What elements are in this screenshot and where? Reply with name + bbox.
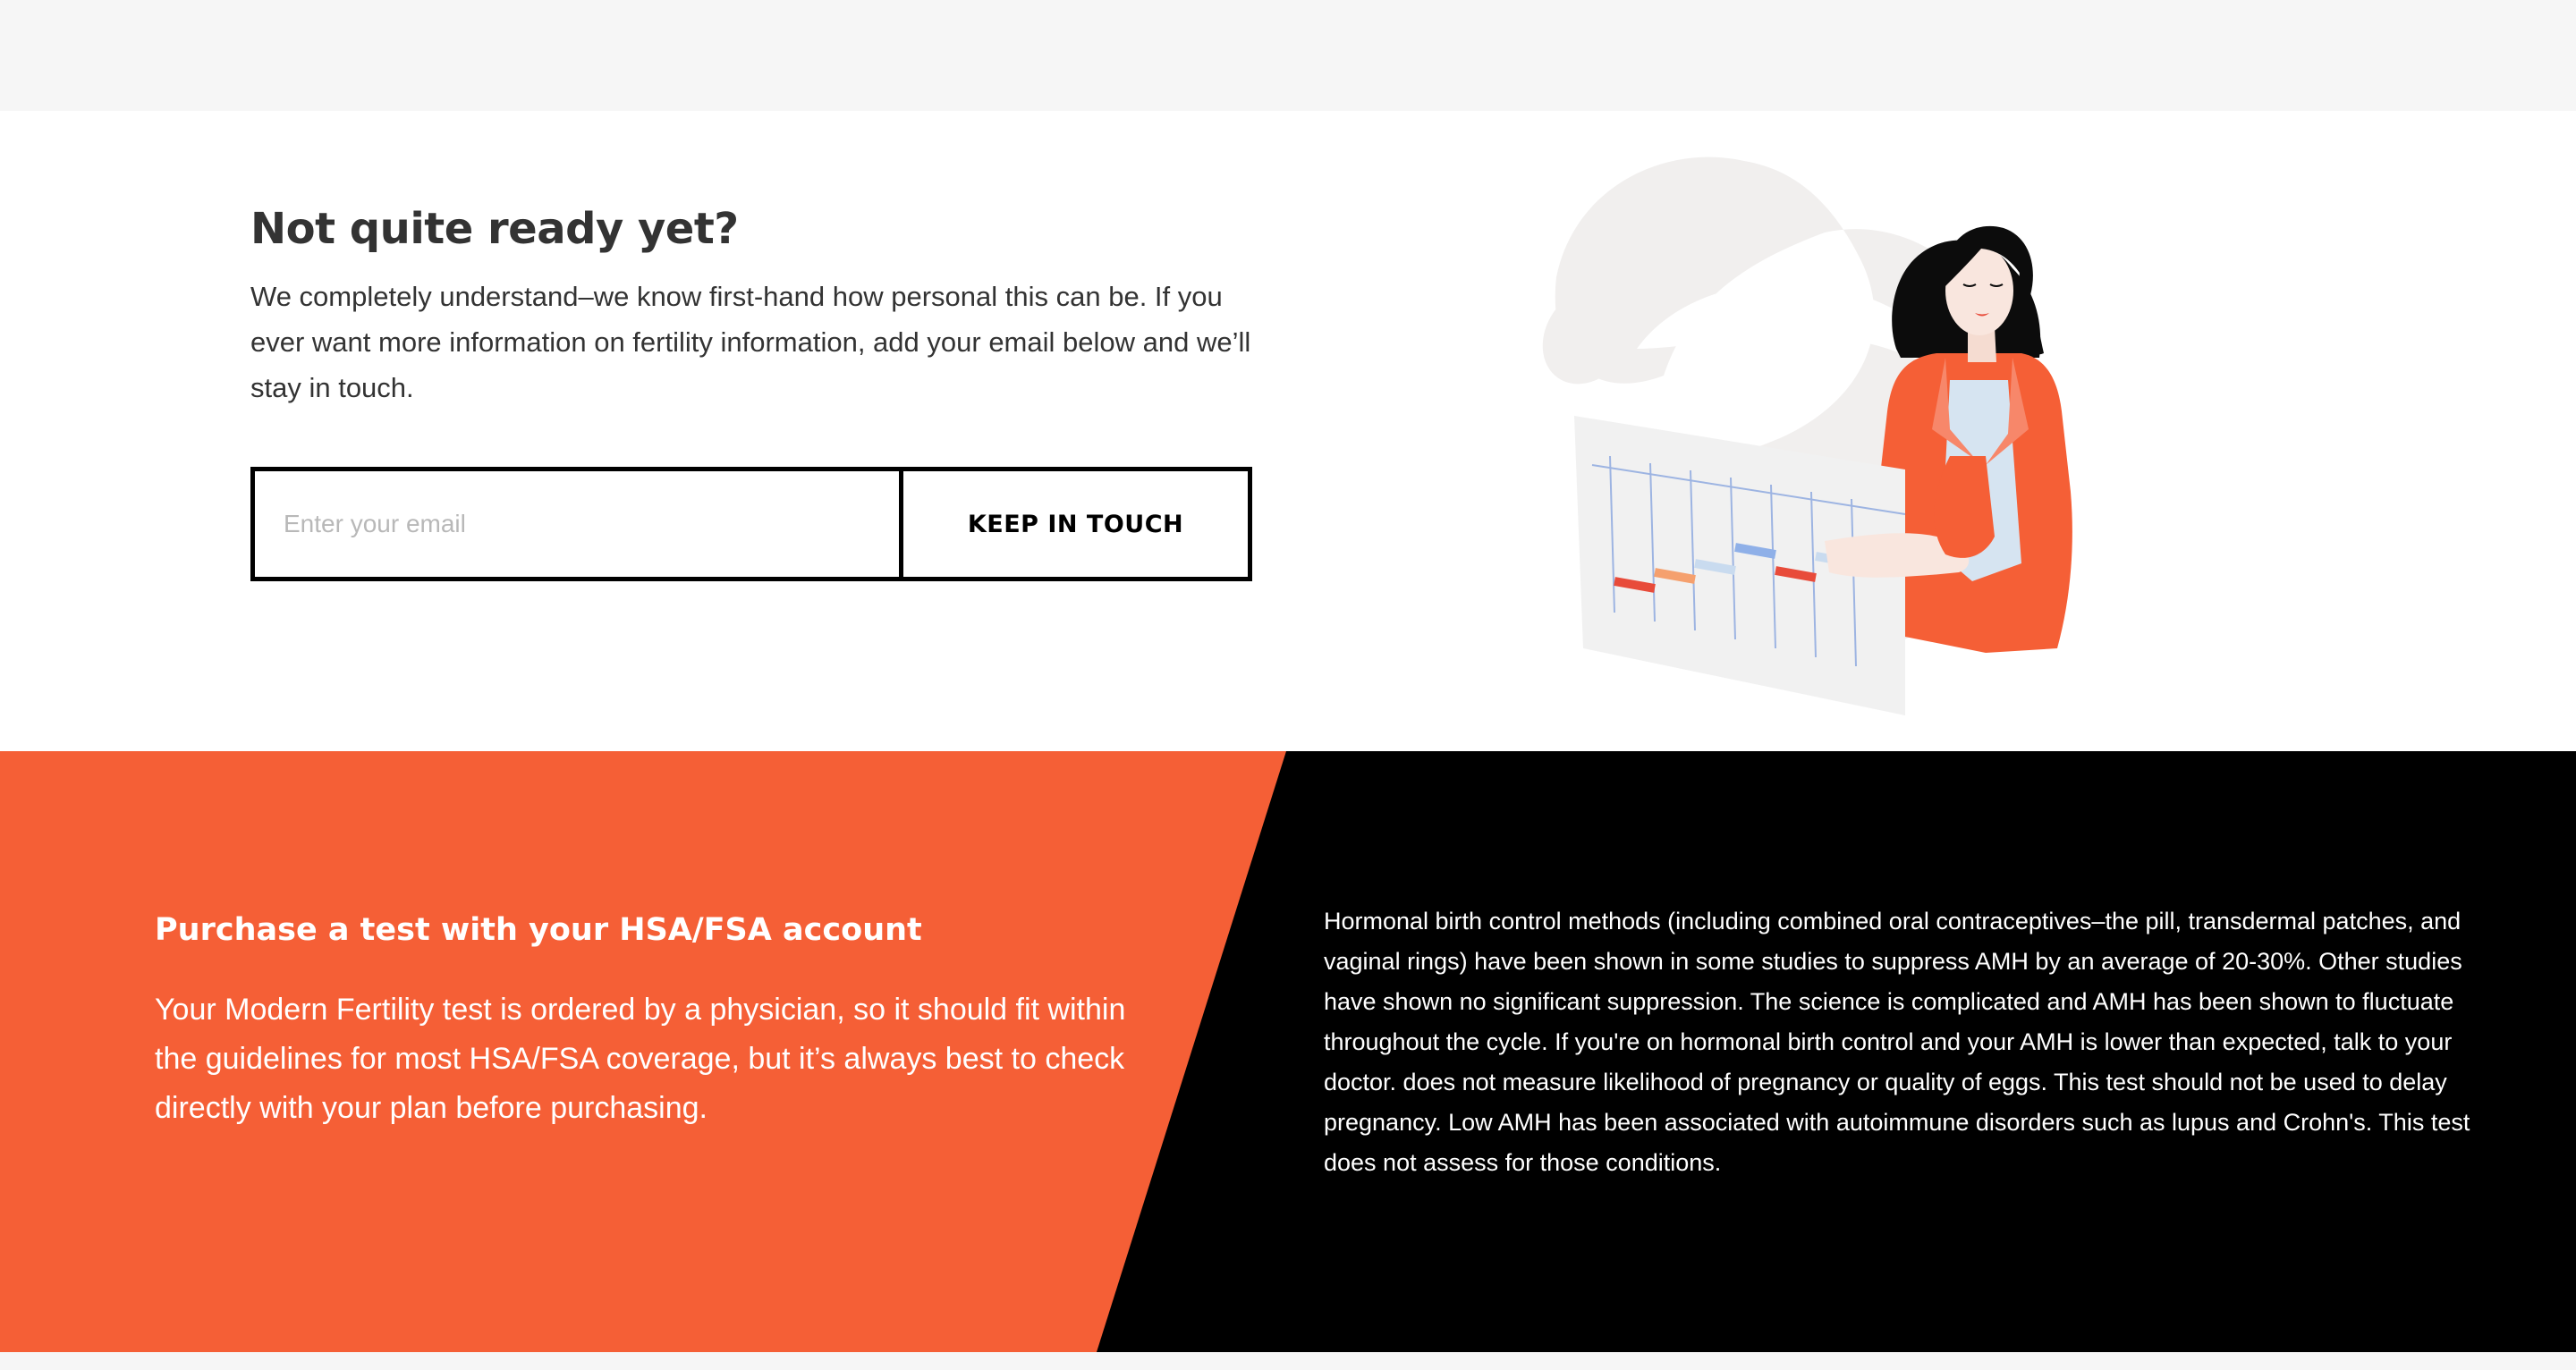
promo-description: Your Modern Fertility test is ordered by… [155, 993, 1126, 1125]
email-input[interactable] [255, 471, 903, 577]
sleeve [1934, 456, 1995, 558]
newsletter-description: We completely understand–we know first-h… [250, 281, 1251, 403]
birth-control-disclaimer: Hormonal birth control methods (includin… [1324, 908, 2470, 1176]
top-band [0, 0, 2576, 111]
bottom-band [0, 1352, 2576, 1370]
woman-with-calendar-chart-illustration [1542, 156, 2072, 715]
promo-section: Purchase a test with your HSA/FSA accoun… [0, 751, 2576, 1352]
email-signup-form: KEEP IN TOUCH [250, 467, 1252, 581]
keep-in-touch-button[interactable]: KEEP IN TOUCH [903, 471, 1248, 577]
promo-title: Purchase a test with your HSA/FSA accoun… [155, 912, 922, 948]
newsletter-title: Not quite ready yet? [250, 204, 739, 254]
